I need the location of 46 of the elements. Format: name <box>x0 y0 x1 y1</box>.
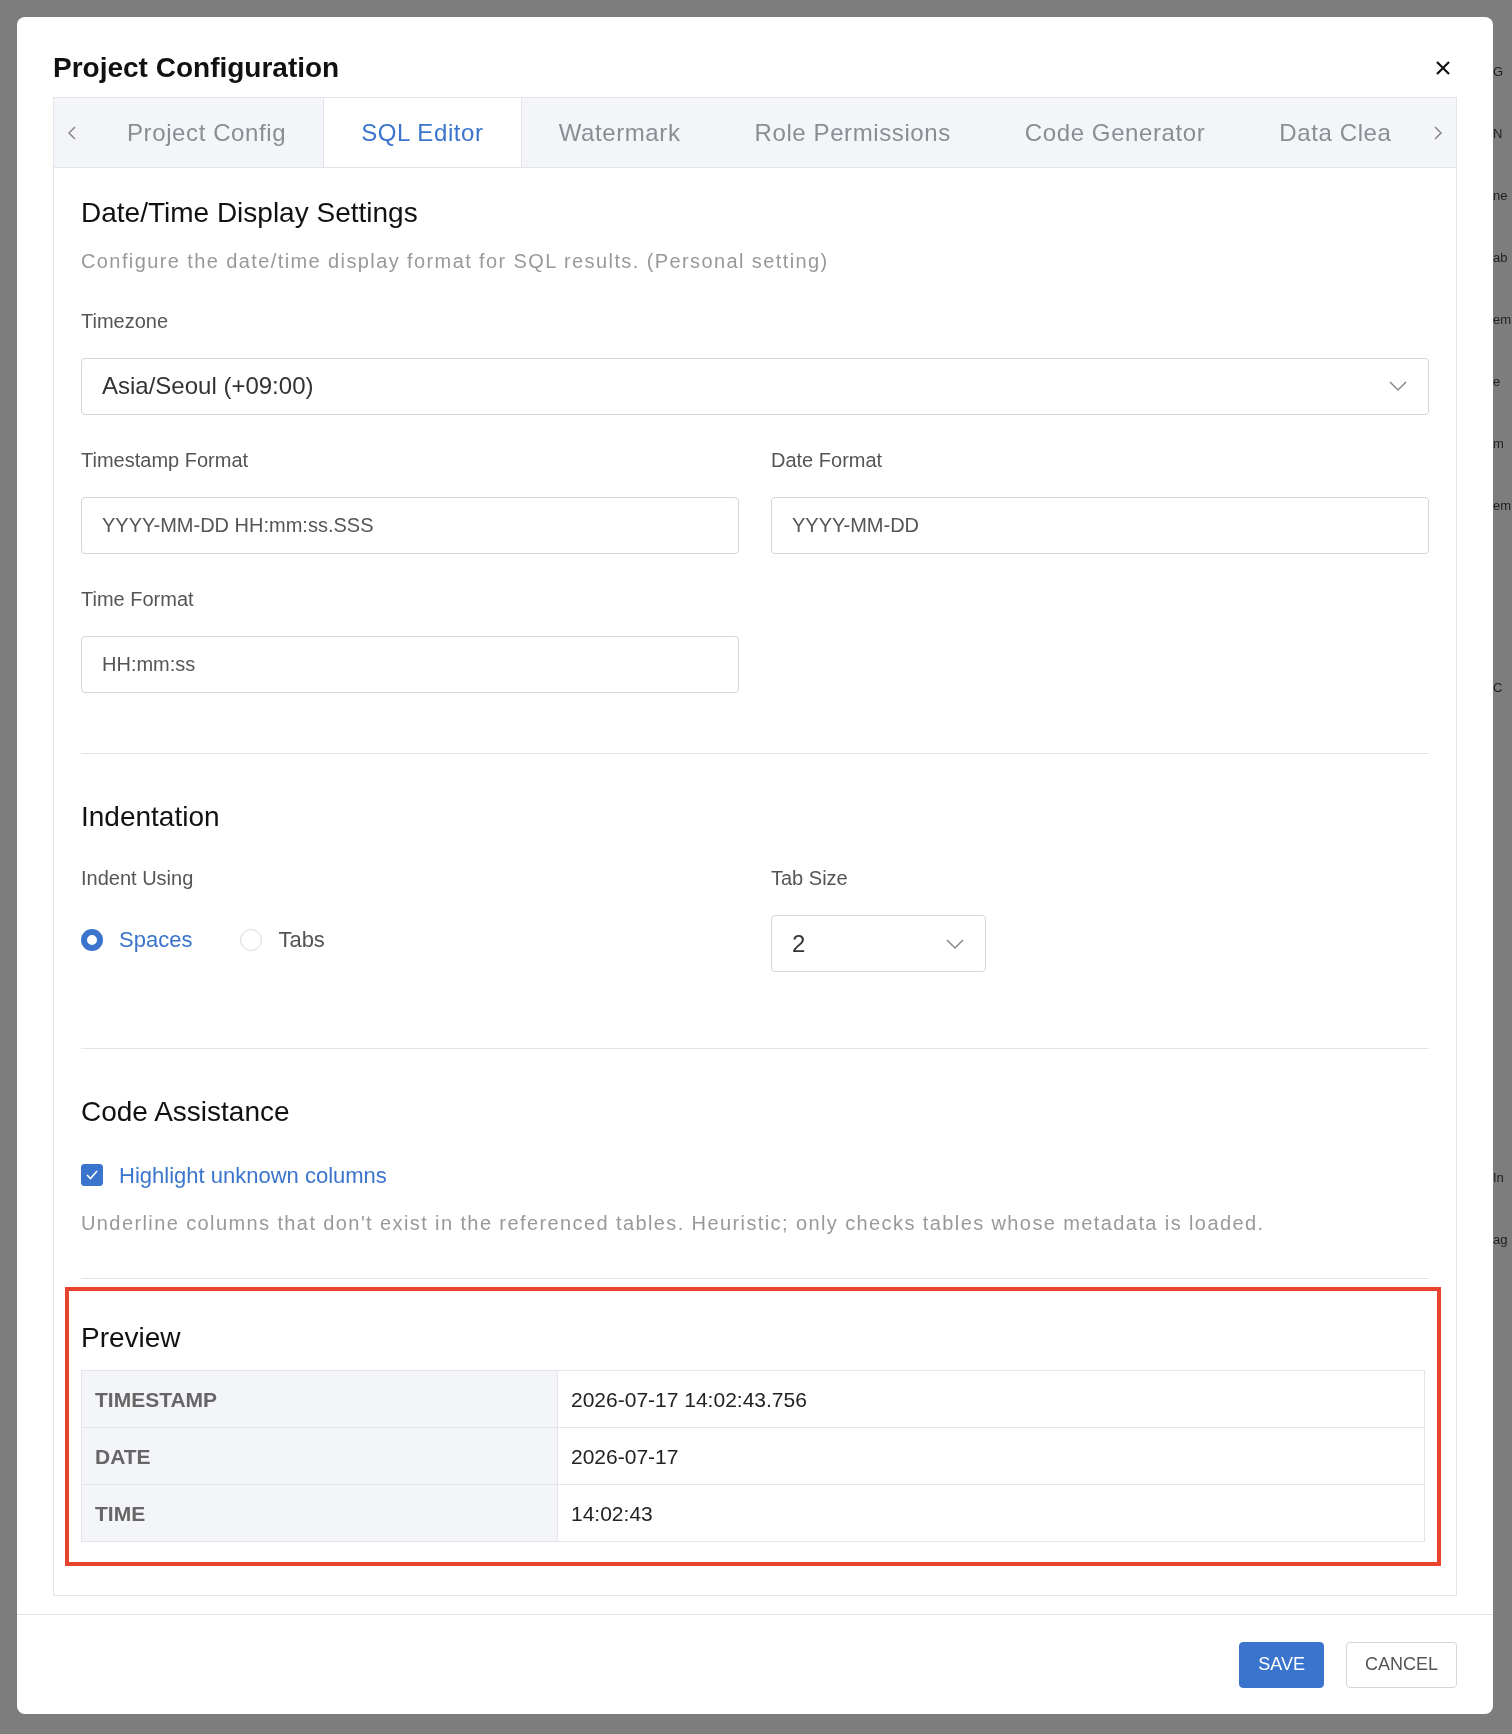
background-text: e <box>1493 373 1502 391</box>
tab[interactable]: Data Clea <box>1242 98 1420 167</box>
section-heading: Indentation <box>81 799 221 834</box>
input-field[interactable]: HH:mm:ss <box>81 635 739 693</box>
section-heading: Preview <box>81 1320 182 1355</box>
field-label: Time Format <box>81 586 195 612</box>
table-cell: 2026-07-17 <box>557 1427 1425 1485</box>
field-label: Timezone <box>81 308 170 334</box>
radio-option[interactable]: Tabs <box>240 923 325 957</box>
tab[interactable]: Project Config <box>90 98 324 167</box>
field-label: Timestamp Format <box>81 447 250 473</box>
background-text: em <box>1493 311 1512 329</box>
field-label: Indent Using <box>81 866 195 892</box>
cancel-button[interactable]: CANCEL <box>1345 1641 1457 1688</box>
tab[interactable]: Code Generator <box>987 98 1243 167</box>
background-text: In <box>1493 1169 1505 1187</box>
checkbox-option[interactable]: Highlight unknown columns <box>81 1158 1429 1192</box>
table-cell: 14:02:43 <box>557 1484 1425 1542</box>
background-text: G <box>1493 63 1505 81</box>
input-field[interactable]: YYYY-MM-DD <box>771 496 1429 554</box>
section-description: Configure the date/time display format for SQL results. (Personal setting) <box>81 248 830 274</box>
radio-option[interactable]: Spaces <box>81 923 193 957</box>
background-text: C <box>1493 679 1504 697</box>
table-cell: 2026-07-17 14:02:43.756 <box>557 1370 1425 1428</box>
tab[interactable]: Watermark <box>521 98 718 167</box>
tab[interactable]: SQL Editor <box>323 98 522 167</box>
dialog-title: Project Configuration <box>53 51 340 85</box>
input-field[interactable]: YYYY-MM-DD HH:mm:ss.SSS <box>81 496 739 554</box>
table-cell: DATE <box>81 1427 558 1485</box>
field-label: Date Format <box>771 447 884 473</box>
tab-size-select[interactable]: 2 <box>771 915 986 973</box>
background-text: ne <box>1493 187 1509 205</box>
help-text: Underline columns that don't exist in the referenced tables. Heuristic; only checks tables whose metadata is loaded. <box>81 1210 1266 1236</box>
field-label: Tab Size <box>771 866 849 892</box>
timezone-select[interactable]: Asia/Seoul (+09:00) <box>81 357 1429 415</box>
save-button[interactable]: SAVE <box>1239 1641 1324 1688</box>
table-cell: TIME <box>81 1484 558 1542</box>
background-text: N <box>1493 125 1504 143</box>
background-text: em <box>1493 497 1512 515</box>
table-cell: TIMESTAMP <box>81 1370 558 1428</box>
tab[interactable]: Role Permissions <box>717 98 988 167</box>
section-heading: Code Assistance <box>81 1095 291 1129</box>
section-heading: Date/Time Display Settings <box>81 196 419 230</box>
background-text: ab <box>1493 249 1509 267</box>
background-text: m <box>1493 435 1505 453</box>
background-text: ag <box>1493 1231 1509 1249</box>
